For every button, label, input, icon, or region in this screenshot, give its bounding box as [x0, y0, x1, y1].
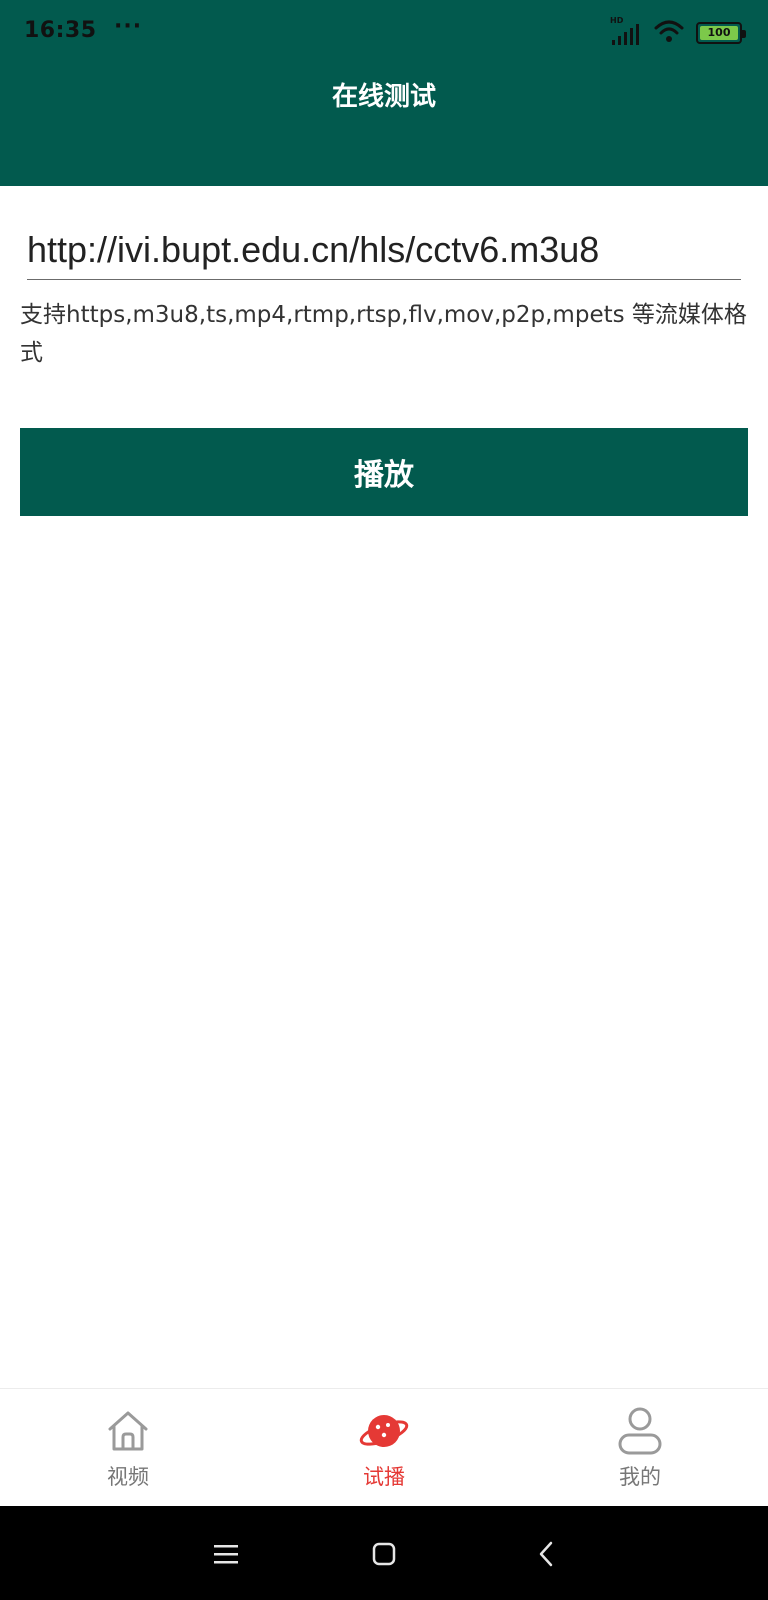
status-bar: 16:35 ··· HD 100 — [0, 0, 768, 66]
battery-level: 100 — [700, 26, 738, 40]
tab-mine[interactable]: 我的 — [512, 1389, 768, 1507]
status-more-dots: ··· — [114, 14, 143, 39]
home-icon — [102, 1405, 154, 1457]
play-button[interactable]: 播放 — [20, 428, 748, 516]
app-header: 16:35 ··· HD 100 在线测试 — [0, 0, 768, 186]
signal-icon: HD — [610, 16, 642, 46]
url-field — [27, 224, 741, 280]
tab-video[interactable]: 视频 — [0, 1389, 256, 1507]
tab-trial-play[interactable]: 试播 — [256, 1389, 512, 1507]
battery-icon: 100 — [696, 22, 746, 44]
bottom-tab-bar: 视频 试播 我的 — [0, 1388, 768, 1506]
menu-icon[interactable] — [204, 1532, 248, 1576]
tab-label-mine: 我的 — [619, 1465, 661, 1489]
tab-label-video: 视频 — [107, 1465, 149, 1489]
hd-label: HD — [610, 16, 624, 25]
wifi-icon — [654, 19, 684, 47]
page-title: 在线测试 — [331, 82, 436, 112]
person-icon — [614, 1405, 666, 1457]
supported-formats-hint: 支持https,m3u8,ts,mp4,rtmp,rtsp,flv,mov,p2… — [20, 302, 747, 366]
status-icons: HD 100 — [610, 16, 746, 48]
home-square-icon[interactable] — [362, 1532, 406, 1576]
url-input[interactable] — [27, 224, 741, 276]
back-icon[interactable] — [524, 1532, 568, 1576]
system-navigation-bar — [0, 1506, 768, 1600]
screen: 16:35 ··· HD 100 在线测试 http://ivi.bupt.ed… — [0, 0, 768, 1600]
planet-icon — [358, 1405, 410, 1457]
status-time: 16:35 — [24, 18, 97, 43]
tab-label-trial-play: 试播 — [363, 1465, 405, 1489]
